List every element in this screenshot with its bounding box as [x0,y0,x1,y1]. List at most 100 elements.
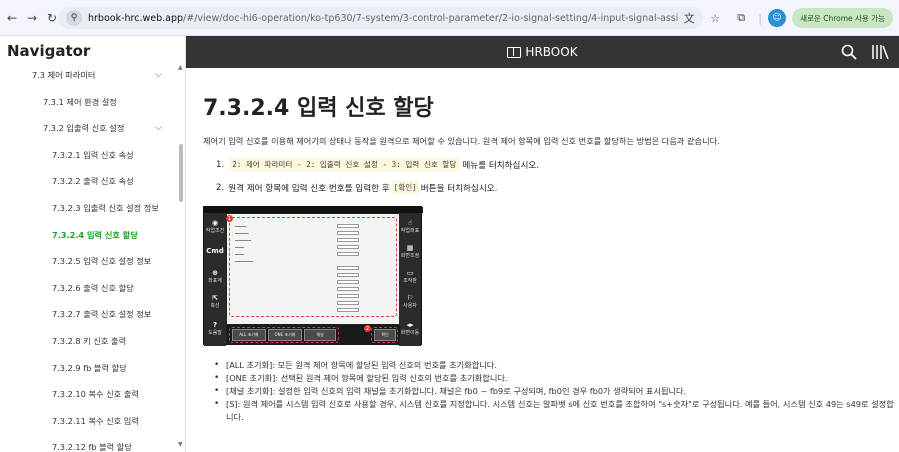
pendant-field [337,273,359,277]
pendant-right-button: ▦ 화면조정 [400,243,420,259]
sidebar-item-label: 7.3.2 입출력 신호 설정 [43,123,125,134]
navigator-title: Navigator [7,42,91,60]
brand-label: HRBOOK [525,45,578,59]
pendant-row: ━━━━━ [235,224,247,229]
brand[interactable]: HRBOOK [507,45,578,59]
pendant-left-panel: ◉ 작업조건 Cmd ⊕ 좌표계 ⇱ 축선 ? 도움말 [204,213,226,346]
sidebar-item[interactable]: 7.3.2.2 출력 신호 속성 [0,168,180,194]
sidebar-item[interactable]: 7.3 제어 파라미터 ⌵ [0,62,180,88]
badge-1: 1 [226,215,233,222]
book-icon [507,46,522,58]
translate-icon[interactable]: 文 [680,9,698,27]
sidebar-item[interactable]: 7.3.2.11 복수 신호 입력 [0,408,180,434]
scroll-up-icon[interactable]: ▲ [178,64,183,71]
pendant-field [337,245,359,249]
site-info-icon[interactable]: ⚲ [66,10,82,26]
pendant-right-panel: ☝ 작업좌표 ▦ 화면조정 ▭ 조작판 ⚐ 사용자 ◂▸ 화면이동 [399,213,421,346]
sidebar-item-label: 7.3.2.6 출력 신호 할당 [52,282,134,293]
highlight-box-1 [229,217,397,317]
pendant-right-button: ▭ 조작판 [403,268,417,284]
article-content: 7.3.2.4 입력 신호 할당 제어기 입력 신호를 이용해 제어기의 상태나… [186,68,899,452]
pendant-row: ━━━━━━━━ [235,259,254,264]
sidebar-item[interactable]: 7.3.2.6 출력 신호 할당 [0,275,180,301]
sidebar-item-label: 7.3.2.3 입출력 신호 설정 정보 [52,203,159,213]
url-text[interactable]: hrbook-hrc.web.app/#/view/doc-hi6-operat… [88,13,678,24]
option-list-item: [S]: 원격 제어를 시스템 입력 신호로 사용할 경우, 시스템 신호를 지… [214,398,894,424]
sidebar-item-label: 7.3.2.11 복수 신호 입력 [52,415,139,426]
pendant-field [337,280,359,284]
sidebar-item[interactable]: 7.3.2.9 fb 블럭 할당 [0,355,180,381]
sidebar-item-label: 7.3.2.9 fb 블럭 할당 [52,362,127,373]
sidebar-item[interactable]: 7.3.2.10 복수 신호 출력 [0,381,180,407]
back-icon[interactable]: ← [4,10,20,26]
sidebar-item-label: 7.3.2.4 입력 신호 할당 [52,229,138,240]
pendant-row: ━━━━ [235,252,245,257]
library-icon[interactable] [871,44,889,60]
chevron-down-icon[interactable]: ⌵ [155,70,162,80]
step-2-confirm-code: [확인] [391,181,419,194]
sidebar-item[interactable]: 7.3.2.12 fb 블럭 할당 [0,434,180,452]
pendant-status-bar [204,207,423,213]
option-list-item: [ALL 초기화]: 모든 원격 제어 항목에 할당된 입력 신호의 번호를 초… [214,359,894,372]
pendant-field [337,238,359,242]
browser-toolbar: ← → ↻ ⚲ hrbook-hrc.web.app/#/view/doc-hi… [0,0,899,36]
scroll-down-icon[interactable]: ▼ [178,441,183,448]
pendant-field [337,252,359,256]
sidebar-scrollbar[interactable]: ▲ ▼ [178,64,184,448]
pendant-row: ━━━━━━━ [235,238,252,243]
pendant-field [337,287,359,291]
pendant-field [337,224,359,228]
forward-icon[interactable]: → [24,10,40,26]
sidebar-item[interactable]: 7.3.2.4 입력 신호 할당 [0,222,180,248]
step-1-number: 1. [216,159,225,170]
pendant-left-button: ⊕ 좌표계 [208,268,222,284]
page-title: 7.3.2.4 입력 신호 할당 [203,96,434,121]
sidebar-item-label: 7.3.2.2 출력 신호 속성 [52,176,134,187]
step-1: 1. 2: 제어 파라미터 - 2: 입출력 신호 설정 - 3: 입력 신호 … [216,158,539,171]
intro-paragraph: 제어기 입력 신호를 이용해 제어기의 상태나 동작을 원격으로 제어할 수 있… [203,136,720,146]
pendant-row: ━━━━ [235,245,245,250]
step-2-text-prefix: 원격 제어 항목에 입력 신호 번호를 입력한 후 [228,183,390,194]
sidebar-item-label: 7.3.2.1 입력 신호 속성 [52,149,134,160]
url-path: /#/view/doc-hi6-operation/ko-tp630/7-sys… [183,12,678,24]
pendant-channel-button: 채널 [304,329,336,341]
pendant-row: ━━━━━━ [235,231,249,236]
sidebar-item[interactable]: 7.3.2.7 출력 신호 설정 정보 [0,301,180,327]
step-2: 2. 원격 제어 항목에 입력 신호 번호를 입력한 후 [확인] 버튼을 터치… [216,181,497,194]
sidebar-item[interactable]: 7.3.2 입출력 신호 설정 ⌵ [0,115,180,141]
badge-2: 2 [364,325,371,332]
pendant-right-button: ☝ 작업좌표 [400,218,420,234]
pendant-bottom-bar: ALL 초기화 ONE 초기화 채널 확인 2 [227,325,400,345]
sidebar-item-label: 7.3.2.10 복수 신호 출력 [52,389,139,400]
sidebar-item[interactable]: 7.3.2.3 입출력 신호 설정 정보 [0,195,180,221]
hrbook-header: HRBOOK [186,36,899,68]
pendant-right-button: ◂▸ 화면이동 [400,320,420,336]
pendant-field [337,231,359,235]
pendant-field [337,301,359,305]
pendant-left-button: ? 도움말 [208,320,222,336]
content-scrollbar[interactable] [895,68,899,452]
step-2-number: 2. [216,182,225,193]
address-bar[interactable]: ⚲ hrbook-hrc.web.app/#/view/doc-hi6-oper… [58,7,703,29]
step-1-text: 메뉴를 터치하십시오. [462,160,540,171]
search-icon[interactable] [841,44,857,60]
sidebar-item[interactable]: 7.3.2.1 입력 신호 속성 [0,142,180,168]
step-1-menu-path: 2: 제어 파라미터 - 2: 입출력 신호 설정 - 3: 입력 신호 할당 [230,158,459,171]
pendant-field [337,266,359,270]
bookmark-star-icon[interactable]: ☆ [706,9,724,27]
sidebar-item[interactable]: 7.3.2.5 입력 신호 설정 정보 [0,248,180,274]
chevron-down-icon[interactable]: ⌵ [155,123,162,133]
pendant-left-button: Cmd [206,247,224,255]
divider-icon: | [758,11,762,25]
sidebar-item-label: 7.3.2.12 fb 블럭 할당 [52,442,132,452]
pendant-field [337,294,359,298]
profile-avatar[interactable]: ☺ [768,9,787,27]
pendant-field [337,308,359,312]
scrollbar-thumb[interactable] [179,144,183,202]
sidebar-item[interactable]: 7.3.1 제어 환경 설정 [0,89,180,115]
chrome-update-button[interactable]: 새로운 Chrome 사용 가능 [792,8,893,28]
sidebar-item[interactable]: 7.3.2.8 키 신호 출력 [0,328,180,354]
sidebar-item-label: 7.3.2.8 키 신호 출력 [52,336,127,346]
sidebar-item-label: 7.3 제어 파라미터 [32,70,96,80]
extensions-icon[interactable]: ⧉ [732,9,750,27]
